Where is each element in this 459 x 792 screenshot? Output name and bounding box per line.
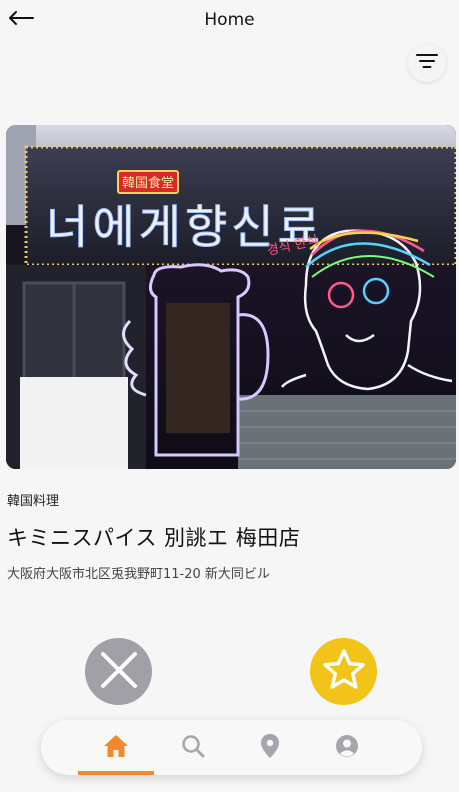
map-pin-icon bbox=[260, 733, 280, 763]
filter-lines-icon bbox=[416, 53, 438, 73]
category-label: 韓国料理 bbox=[7, 494, 60, 509]
top-bar: Home bbox=[0, 0, 459, 44]
restaurant-photo: 韓国食堂 너에게향신료 경식 한식 bbox=[6, 125, 456, 469]
filter-button[interactable] bbox=[408, 44, 446, 82]
home-icon bbox=[103, 734, 129, 762]
close-x-icon bbox=[99, 650, 139, 694]
nav-search[interactable] bbox=[155, 720, 231, 775]
search-icon bbox=[181, 734, 205, 762]
restaurant-name: キミニスパイス 別誂エ 梅田店 bbox=[7, 526, 301, 550]
app-screen: Home 韓国食堂 너에게향신료 경식 한식 韓国料理 キミニスパイス 別誂エ … bbox=[0, 0, 459, 792]
page-title: Home bbox=[204, 10, 255, 30]
nav-active-indicator bbox=[78, 771, 154, 775]
sign-kanji: 韓国食堂 bbox=[122, 175, 174, 191]
user-icon bbox=[335, 734, 359, 762]
favorite-button[interactable] bbox=[310, 638, 377, 705]
nav-map[interactable] bbox=[232, 720, 308, 775]
dislike-button[interactable] bbox=[85, 638, 152, 705]
star-icon bbox=[321, 647, 367, 697]
restaurant-address: 大阪府大阪市北区兎我野町11-20 新大同ビル bbox=[7, 567, 270, 582]
nav-home[interactable] bbox=[78, 720, 154, 775]
nav-profile[interactable] bbox=[309, 720, 385, 775]
bottom-navigation bbox=[41, 720, 422, 775]
